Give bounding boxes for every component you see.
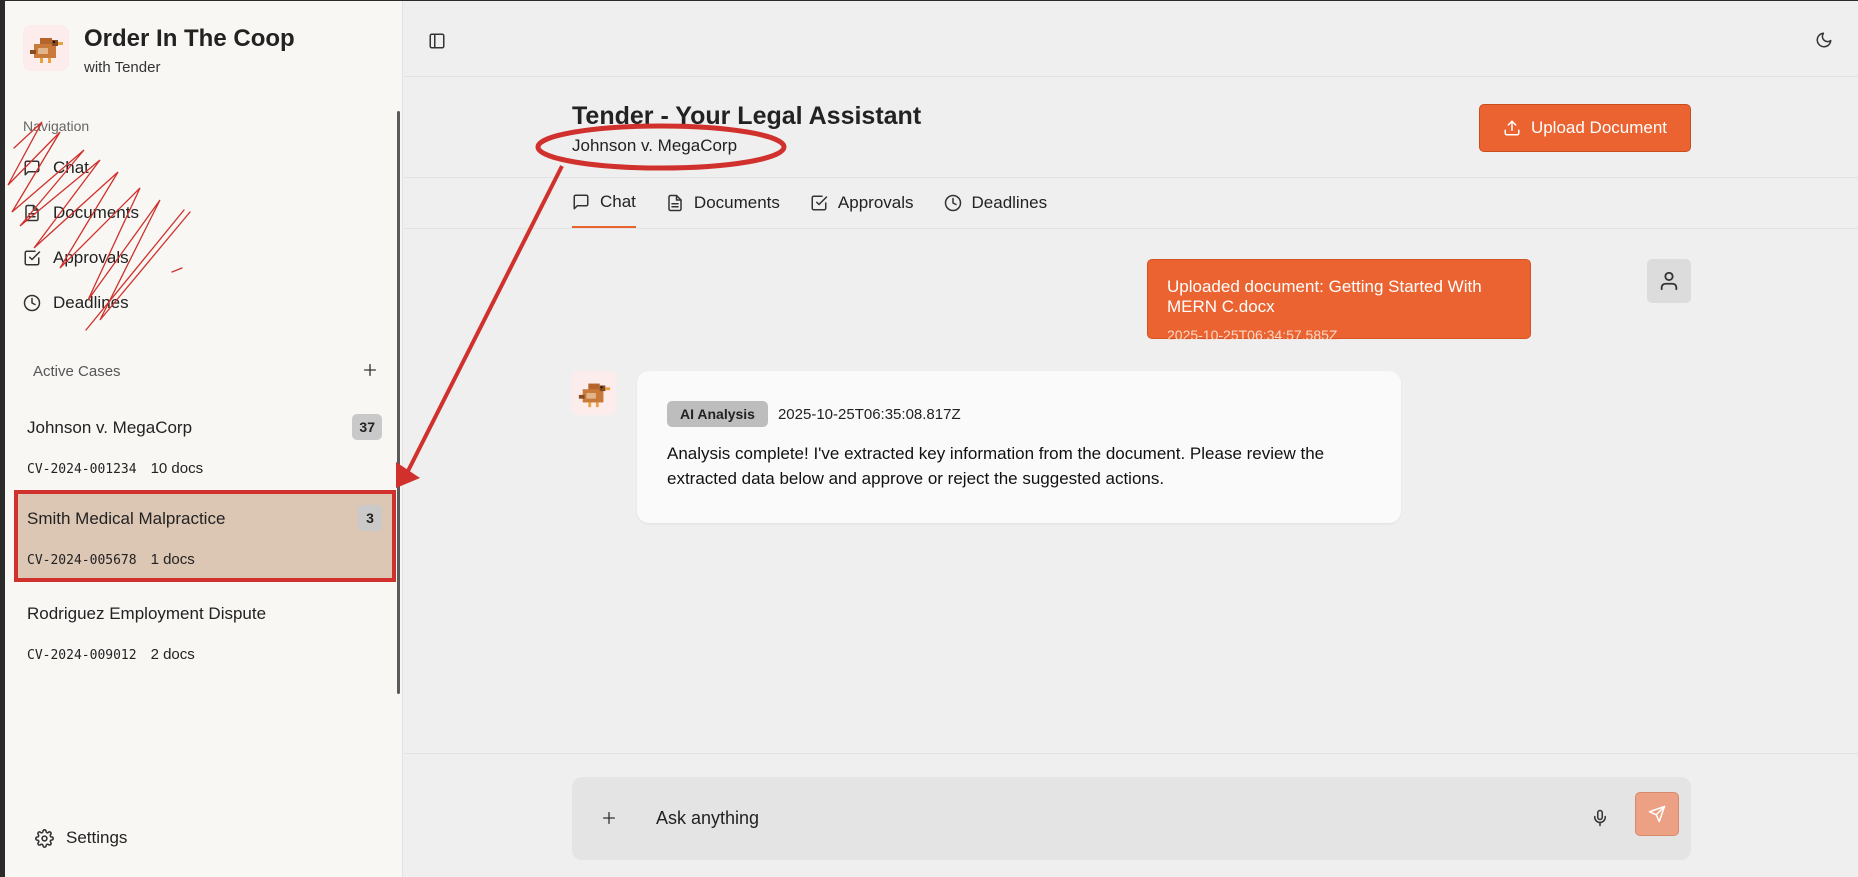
tab-deadlines[interactable]: Deadlines xyxy=(944,178,1048,227)
file-text-icon xyxy=(25,204,39,222)
assistant-message: AI Analysis 2025-10-25T06:35:08.817Z Ana… xyxy=(637,371,1401,523)
sidebar-item-chat[interactable]: Chat xyxy=(23,156,89,180)
tab-label: Documents xyxy=(693,192,780,212)
sidebar-scrollbar[interactable] xyxy=(397,111,400,694)
case-doc-count: 1 docs xyxy=(150,551,195,568)
divider xyxy=(404,753,1858,754)
case-count-badge: 3 xyxy=(358,505,382,531)
sidebar-item-label: Deadlines xyxy=(53,293,129,312)
ai-analysis-badge: AI Analysis xyxy=(667,401,768,427)
sidebar-item-label: Approvals xyxy=(53,248,129,267)
case-doc-count: 10 docs xyxy=(150,460,204,477)
assistant-message-text: Analysis complete! I've extracted key in… xyxy=(667,444,1325,488)
bird-logo-icon xyxy=(578,383,611,408)
settings-button[interactable]: Settings xyxy=(35,828,127,848)
nav-heading: Navigation xyxy=(23,118,90,134)
case-count-badge: 37 xyxy=(352,414,382,440)
case-number: CV-2024-005678 xyxy=(27,553,137,568)
settings-label: Settings xyxy=(66,828,128,847)
page-title: Tender - Your Legal Assistant xyxy=(572,102,922,130)
clock-icon xyxy=(23,294,41,312)
moon-icon xyxy=(1816,32,1832,48)
bird-logo-icon xyxy=(23,25,69,71)
current-case-name: Johnson v. MegaCorp xyxy=(572,136,738,155)
main-panel: Tender - Your Legal Assistant Johnson v.… xyxy=(404,1,1858,877)
top-bar xyxy=(404,1,1858,77)
upload-icon xyxy=(1504,120,1520,136)
tab-label: Approvals xyxy=(837,192,914,212)
upload-document-button[interactable]: Upload Document xyxy=(1479,104,1691,152)
chat-composer xyxy=(572,777,1691,860)
case-number: CV-2024-009012 xyxy=(27,648,137,663)
tab-chat[interactable]: Chat xyxy=(572,178,636,228)
app-subtitle: with Tender xyxy=(84,59,161,76)
case-doc-count: 2 docs xyxy=(150,646,195,663)
assistant-message-timestamp: 2025-10-25T06:35:08.817Z xyxy=(777,405,961,423)
check-square-icon xyxy=(811,195,828,210)
tab-documents[interactable]: Documents xyxy=(666,178,780,227)
message-square-icon xyxy=(24,160,40,176)
microphone-button[interactable] xyxy=(1587,805,1613,831)
gear-icon xyxy=(35,828,54,848)
sidebar: Order In The Coop with Tender Navigation… xyxy=(5,1,403,877)
sidebar-item-deadlines[interactable]: Deadlines xyxy=(23,291,129,315)
plus-icon xyxy=(603,812,615,824)
clock-icon xyxy=(944,194,961,211)
sidebar-item-documents[interactable]: Documents xyxy=(23,201,139,225)
mic-icon xyxy=(1594,809,1606,827)
tab-bar: Chat Documents Approvals Deadlines xyxy=(572,178,1077,229)
message-square-icon xyxy=(573,194,589,210)
case-name: Smith Medical Malpractice xyxy=(27,509,226,528)
sidebar-item-label: Chat xyxy=(53,158,89,177)
sidebar-item-label: Documents xyxy=(53,203,139,222)
case-name: Johnson v. MegaCorp xyxy=(27,418,193,437)
case-item-smith[interactable]: Smith Medical Malpractice 3 CV-2024-0056… xyxy=(14,490,396,582)
attach-button[interactable] xyxy=(596,805,622,831)
assistant-avatar xyxy=(572,371,616,415)
user-avatar xyxy=(1647,259,1691,303)
tab-label: Chat xyxy=(600,192,636,211)
upload-label: Upload Document xyxy=(1530,118,1668,137)
tab-approvals[interactable]: Approvals xyxy=(810,178,914,227)
chat-input[interactable] xyxy=(656,801,1556,835)
user-message-text: Uploaded document: Getting Started With … xyxy=(1167,277,1482,316)
app-title: Order In The Coop xyxy=(84,25,295,52)
case-item-rodriguez[interactable]: Rodriguez Employment Dispute CV-2024-009… xyxy=(14,586,396,678)
brand: Order In The Coop with Tender xyxy=(23,25,295,76)
user-message-timestamp: 2025-10-25T06:34:57.585Z xyxy=(1167,327,1338,343)
active-cases-heading: Active Cases xyxy=(33,363,121,380)
file-text-icon xyxy=(668,194,682,211)
send-icon xyxy=(1648,805,1666,823)
send-button[interactable] xyxy=(1635,792,1679,836)
sidebar-toggle-button[interactable] xyxy=(424,28,450,54)
panel-left-icon xyxy=(429,33,445,49)
case-name: Rodriguez Employment Dispute xyxy=(27,604,267,623)
user-icon xyxy=(1660,271,1678,291)
check-square-icon xyxy=(24,250,41,266)
add-case-button[interactable] xyxy=(357,357,383,383)
case-item-johnson[interactable]: Johnson v. MegaCorp 37 CV-2024-001234 10… xyxy=(14,400,396,492)
case-number: CV-2024-001234 xyxy=(27,462,137,477)
sidebar-scroll-area: Navigation Chat Documents Approvals Dead… xyxy=(5,111,403,696)
sidebar-item-approvals[interactable]: Approvals xyxy=(23,246,129,270)
divider xyxy=(404,228,1858,229)
plus-icon xyxy=(364,364,376,376)
tab-label: Deadlines xyxy=(971,192,1048,212)
theme-toggle-button[interactable] xyxy=(1811,27,1837,53)
user-message: Uploaded document: Getting Started With … xyxy=(1147,259,1531,343)
